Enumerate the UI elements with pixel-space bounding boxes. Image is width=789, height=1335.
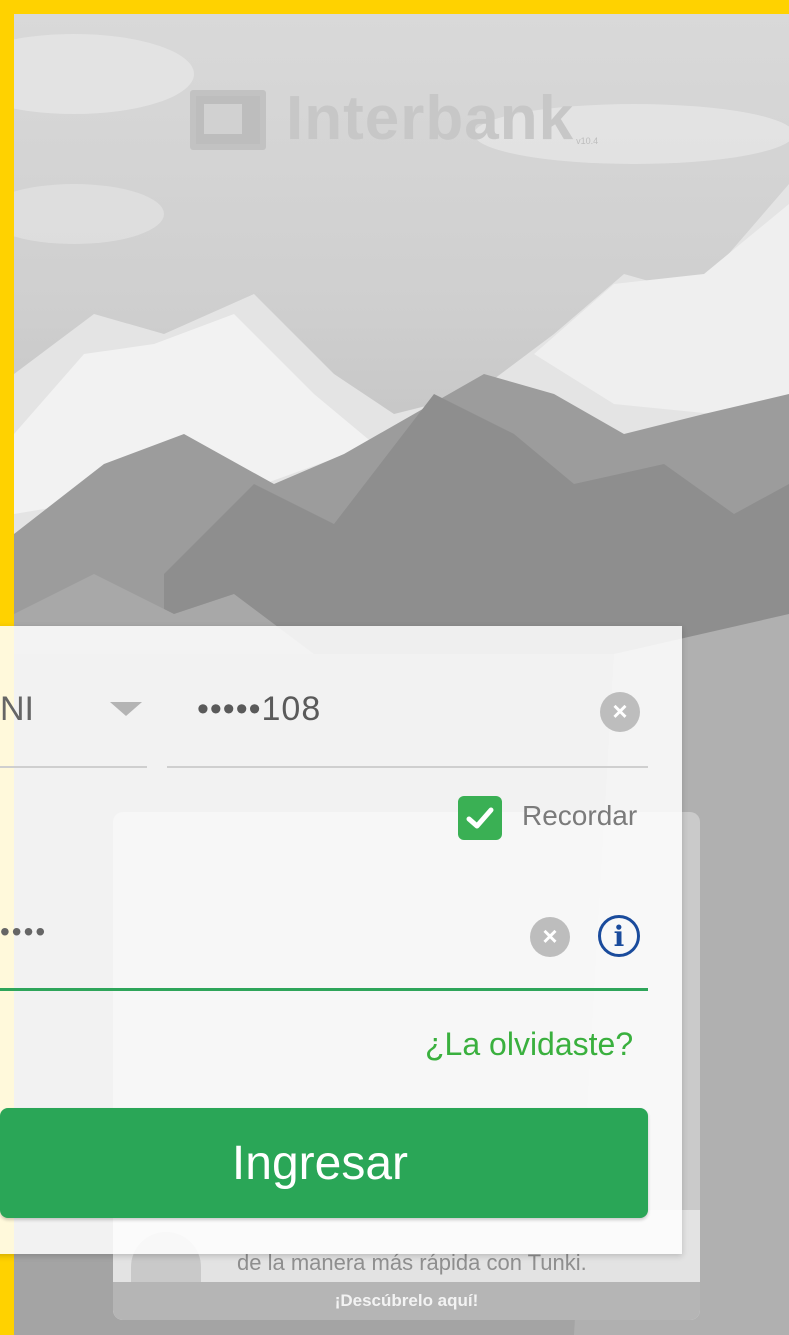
document-type-select[interactable]: NI — [0, 690, 34, 729]
forgot-password-link[interactable]: ¿La olvidaste? — [425, 1026, 633, 1063]
clear-document-button[interactable]: × — [600, 692, 640, 732]
brand-name: Interbank — [286, 84, 575, 153]
login-button[interactable]: Ingresar — [0, 1108, 648, 1218]
password-underline — [0, 988, 648, 991]
info-icon[interactable]: i — [598, 915, 640, 957]
document-number-underline — [167, 766, 648, 768]
remember-checkbox[interactable] — [458, 796, 502, 840]
password-input[interactable]: •••• — [0, 916, 47, 948]
close-icon: × — [542, 921, 558, 951]
document-type-underline — [0, 766, 147, 768]
document-number-input[interactable]: •••••108 — [197, 690, 321, 729]
promo-cta[interactable]: ¡Descúbrelo aquí! — [113, 1282, 700, 1320]
login-button-label: Ingresar — [231, 1136, 408, 1190]
clear-password-button[interactable]: × — [530, 917, 570, 957]
caret-down-icon[interactable] — [110, 702, 142, 716]
close-icon: × — [612, 696, 628, 726]
logo-mark — [190, 90, 266, 150]
remember-label[interactable]: Recordar — [522, 800, 637, 832]
brand-logo: Interbank v10.4 — [190, 88, 598, 150]
app-version: v10.4 — [576, 136, 599, 146]
checkmark-icon — [466, 807, 494, 829]
